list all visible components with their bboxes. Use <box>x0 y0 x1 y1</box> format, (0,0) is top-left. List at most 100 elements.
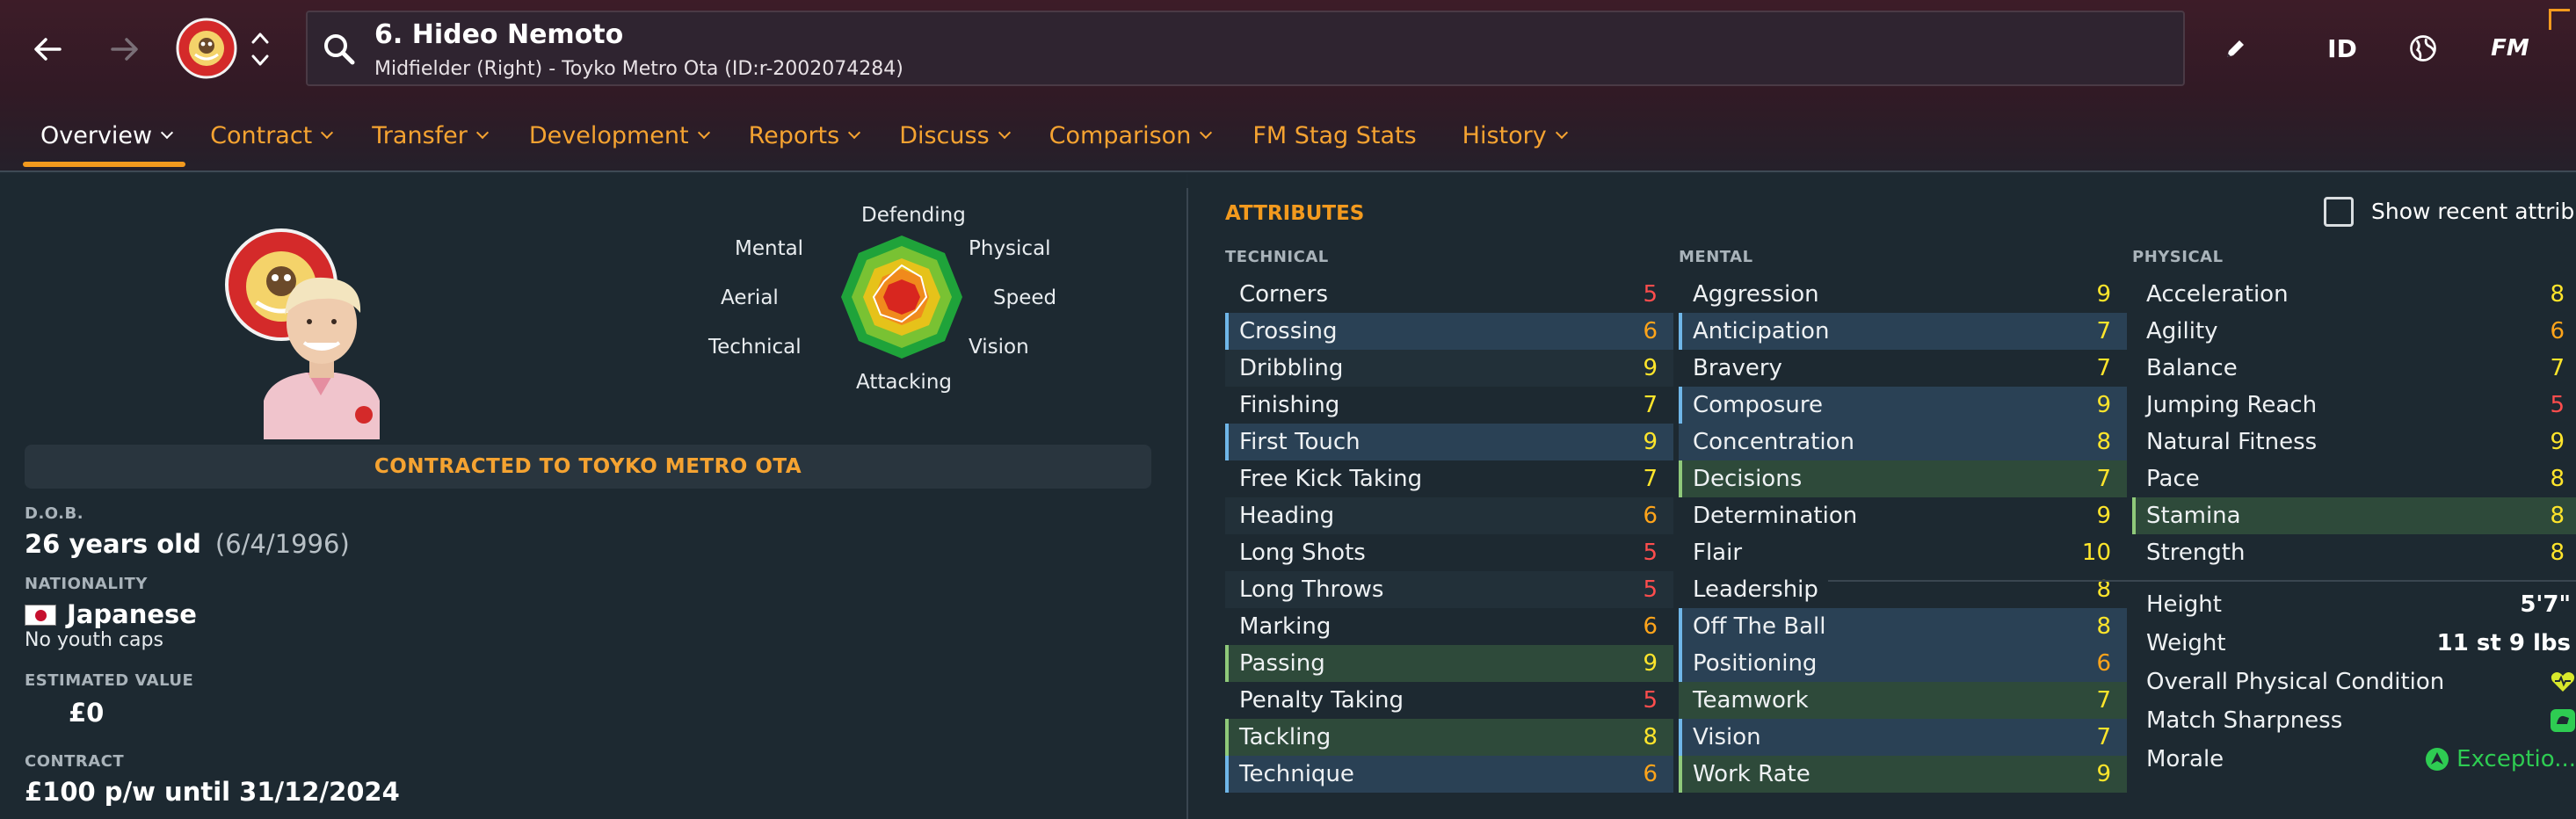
tab-comparison-label: Comparison <box>1049 121 1192 149</box>
estimated-value-label: ESTIMATED VALUE <box>25 671 194 690</box>
attribute-row-first-touch[interactable]: First Touch 9 <box>1225 424 1673 460</box>
height-label: Height <box>2146 591 2222 618</box>
dob-label: D.O.B. <box>25 504 84 523</box>
attribute-value: 9 <box>2096 281 2111 308</box>
attribute-row-decisions[interactable]: Decisions 7 <box>1679 460 2127 497</box>
attribute-row-leadership[interactable]: Leadership 8 <box>1679 571 2127 608</box>
chevron-down-icon <box>1200 126 1213 140</box>
attribute-name: Work Rate <box>1693 761 1810 787</box>
tab-fm-stag-stats[interactable]: FM Stag Stats <box>1252 112 1416 158</box>
fm-label: FM <box>2491 35 2529 62</box>
attribute-value: 7 <box>2550 355 2565 381</box>
attribute-row-marking[interactable]: Marking 6 <box>1225 608 1673 645</box>
attribute-row-crossing[interactable]: Crossing 6 <box>1225 313 1673 350</box>
back-button[interactable] <box>21 23 74 76</box>
chevron-down-icon <box>697 126 710 140</box>
chevron-down-icon <box>321 126 334 140</box>
attribute-row-finishing[interactable]: Finishing 7 <box>1225 387 1673 424</box>
dob-value: (6/4/1996) <box>214 529 350 559</box>
radar-polygon <box>841 236 962 359</box>
attribute-value: 8 <box>2096 429 2111 455</box>
attribute-row-composure[interactable]: Composure 9 <box>1679 387 2127 424</box>
attribute-row-jumping-reach[interactable]: Jumping Reach 5 <box>2132 387 2576 424</box>
attribute-row-technique[interactable]: Technique 6 <box>1225 756 1673 793</box>
tab-comparison[interactable]: Comparison <box>1049 112 1213 158</box>
condition-row[interactable]: Overall Physical Condition <box>2146 663 2576 701</box>
show-recent-checkbox[interactable] <box>2324 197 2354 227</box>
sharpness-row[interactable]: Match Sharpness <box>2146 701 2576 740</box>
show-recent-label[interactable]: Show recent attrib <box>2371 199 2574 224</box>
attribute-row-free-kick-taking[interactable]: Free Kick Taking 7 <box>1225 460 1673 497</box>
tab-overview[interactable]: Overview <box>22 112 186 167</box>
tab-development[interactable]: Development <box>529 112 710 158</box>
attribute-name: Long Shots <box>1239 540 1366 566</box>
corner-indicator <box>2549 9 2570 30</box>
top-bar: 6. Hideo Nemoto Midfielder (Right) - Toy… <box>0 0 2576 172</box>
chevron-down-icon <box>1555 126 1568 140</box>
attribute-name: Balance <box>2146 355 2238 381</box>
attribute-value: 8 <box>2550 540 2565 566</box>
tab-history[interactable]: History <box>1462 112 1568 158</box>
attribute-name: Heading <box>1239 503 1335 529</box>
attribute-row-corners[interactable]: Corners 5 <box>1225 276 1673 313</box>
tab-transfer[interactable]: Transfer <box>372 112 489 158</box>
globe-button[interactable] <box>2401 26 2445 70</box>
weight-value: 11 st 9 lbs <box>2436 630 2571 656</box>
attribute-row-strength[interactable]: Strength 8 <box>2132 534 2576 571</box>
attribute-row-tackling[interactable]: Tackling 8 <box>1225 719 1673 756</box>
attribute-row-bravery[interactable]: Bravery 7 <box>1679 350 2127 387</box>
attribute-row-natural-fitness[interactable]: Natural Fitness 9 <box>2132 424 2576 460</box>
sharpness-icon <box>2551 709 2575 732</box>
edit-button[interactable] <box>2217 26 2255 70</box>
attribute-row-positioning[interactable]: Positioning 6 <box>1679 645 2127 682</box>
attribute-row-long-shots[interactable]: Long Shots 5 <box>1225 534 1673 571</box>
attribute-row-off-the-ball[interactable]: Off The Ball 8 <box>1679 608 2127 645</box>
attribute-value: 5 <box>1643 687 1658 714</box>
attribute-row-pace[interactable]: Pace 8 <box>2132 460 2576 497</box>
attribute-row-work-rate[interactable]: Work Rate 9 <box>1679 756 2127 793</box>
attribute-row-aggression[interactable]: Aggression 9 <box>1679 276 2127 313</box>
attribute-row-heading[interactable]: Heading 6 <box>1225 497 1673 534</box>
radar-label-technical: Technical <box>708 336 802 359</box>
morale-value-wrap: Exceptio... <box>2425 746 2576 772</box>
tab-contract[interactable]: Contract <box>210 112 334 158</box>
attribute-value: 8 <box>2550 503 2565 529</box>
physical-attributes-list: Acceleration 8 Agility 6 Balance 7 Jumping Rea… <box>2132 276 2576 571</box>
attribute-name: Jumping Reach <box>2146 392 2318 418</box>
club-badge-icon[interactable] <box>176 18 237 79</box>
player-switch-updown-icon[interactable] <box>248 25 272 74</box>
player-search-box[interactable]: 6. Hideo Nemoto Midfielder (Right) - Toy… <box>306 11 2185 86</box>
contract-value: £100 p/w until 31/12/2024 <box>25 777 400 807</box>
attribute-row-stamina[interactable]: Stamina 8 <box>2132 497 2576 534</box>
attribute-row-vision[interactable]: Vision 7 <box>1679 719 2127 756</box>
attribute-row-anticipation[interactable]: Anticipation 7 <box>1679 313 2127 350</box>
attribute-row-long-throws[interactable]: Long Throws 5 <box>1225 571 1673 608</box>
attribute-row-teamwork[interactable]: Teamwork 7 <box>1679 682 2127 719</box>
attribute-row-determination[interactable]: Determination 9 <box>1679 497 2127 534</box>
attribute-name: Teamwork <box>1693 687 1809 714</box>
attribute-row-passing[interactable]: Passing 9 <box>1225 645 1673 682</box>
tab-fm-stag-stats-label: FM Stag Stats <box>1252 121 1417 149</box>
attribute-row-balance[interactable]: Balance 7 <box>2132 350 2576 387</box>
attribute-row-acceleration[interactable]: Acceleration 8 <box>2132 276 2576 313</box>
attribute-name: Technique <box>1239 761 1354 787</box>
attribute-name: Natural Fitness <box>2146 429 2318 455</box>
forward-button[interactable] <box>98 23 151 76</box>
radar-label-vision: Vision <box>969 336 1029 359</box>
attribute-row-flair[interactable]: Flair 10 <box>1679 534 2127 571</box>
attribute-row-penalty-taking[interactable]: Penalty Taking 5 <box>1225 682 1673 719</box>
tab-discuss[interactable]: Discuss <box>899 112 1011 158</box>
id-button[interactable]: ID <box>2320 26 2364 70</box>
tab-history-label: History <box>1462 121 1547 149</box>
attribute-value: 6 <box>1643 318 1658 344</box>
attribute-row-concentration[interactable]: Concentration 8 <box>1679 424 2127 460</box>
fm-button[interactable]: FM <box>2484 26 2536 70</box>
attribute-row-agility[interactable]: Agility 6 <box>2132 313 2576 350</box>
tab-reports[interactable]: Reports <box>749 112 861 158</box>
player-name: 6. Hideo Nemoto <box>374 19 624 50</box>
radar-label-speed: Speed <box>993 286 1057 309</box>
attribute-row-dribbling[interactable]: Dribbling 9 <box>1225 350 1673 387</box>
attribute-value: 5 <box>2550 392 2565 418</box>
morale-row[interactable]: Morale Exceptio... <box>2146 740 2576 779</box>
nationality-value[interactable]: Japanese <box>67 599 197 629</box>
